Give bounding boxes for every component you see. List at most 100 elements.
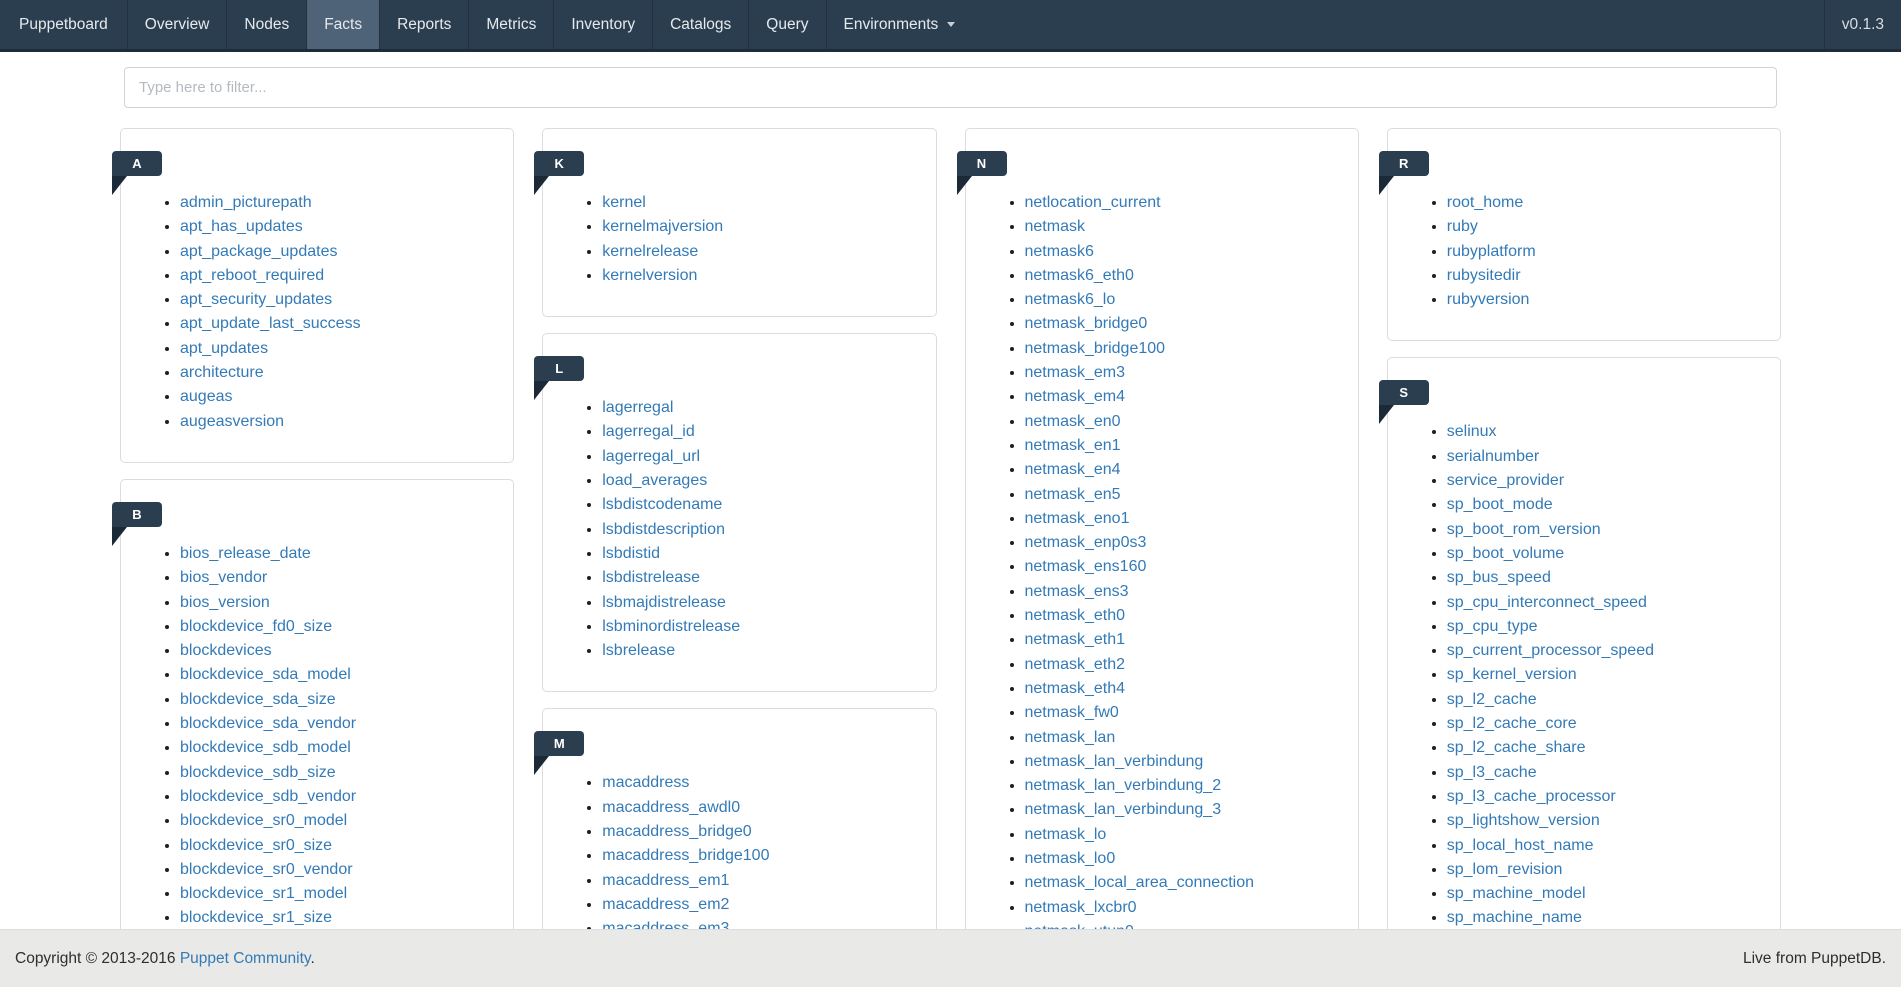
nav-item-catalogs[interactable]: Catalogs — [652, 0, 748, 49]
fact-link[interactable]: sp_lightshow_version — [1447, 812, 1600, 829]
navbar-brand[interactable]: Puppetboard — [0, 0, 127, 49]
fact-link[interactable]: sp_cpu_type — [1447, 618, 1538, 635]
filter-input[interactable] — [124, 67, 1777, 108]
fact-link[interactable]: lsbdistdescription — [602, 521, 725, 538]
fact-link[interactable]: netmask_eth4 — [1025, 680, 1126, 697]
fact-link[interactable]: service_provider — [1447, 472, 1564, 489]
fact-link[interactable]: kernelrelease — [602, 243, 698, 260]
fact-link[interactable]: sp_l2_cache — [1447, 691, 1537, 708]
fact-link[interactable]: blockdevice_fd0_size — [180, 618, 332, 635]
fact-link[interactable]: blockdevice_sda_vendor — [180, 715, 356, 732]
fact-link[interactable]: netmask_bridge0 — [1025, 315, 1148, 332]
nav-item-environments[interactable]: Environments — [826, 0, 973, 49]
fact-link[interactable]: sp_machine_model — [1447, 885, 1586, 902]
fact-link[interactable]: netmask_ens160 — [1025, 558, 1147, 575]
fact-link[interactable]: sp_boot_volume — [1447, 545, 1564, 562]
fact-link[interactable]: netmask_lxcbr0 — [1025, 899, 1137, 916]
fact-link[interactable]: netmask_bridge100 — [1025, 340, 1166, 357]
fact-link[interactable]: netmask_em4 — [1025, 388, 1126, 405]
fact-link[interactable]: netmask_en0 — [1025, 413, 1121, 430]
fact-link[interactable]: netmask_en4 — [1025, 461, 1121, 478]
fact-link[interactable]: sp_boot_rom_version — [1447, 521, 1601, 538]
fact-link[interactable]: apt_has_updates — [180, 218, 303, 235]
fact-link[interactable]: bios_vendor — [180, 569, 267, 586]
fact-link[interactable]: lsbmajdistrelease — [602, 594, 726, 611]
fact-link[interactable]: sp_boot_mode — [1447, 496, 1553, 513]
fact-link[interactable]: apt_reboot_required — [180, 267, 324, 284]
fact-link[interactable]: kernelversion — [602, 267, 697, 284]
fact-link[interactable]: sp_l3_cache — [1447, 764, 1537, 781]
fact-link[interactable]: netmask_en5 — [1025, 486, 1121, 503]
fact-link[interactable]: sp_l2_cache_core — [1447, 715, 1577, 732]
fact-link[interactable]: blockdevice_sda_model — [180, 666, 351, 683]
fact-link[interactable]: bios_release_date — [180, 545, 311, 562]
fact-link[interactable]: netmask — [1025, 218, 1085, 235]
fact-link[interactable]: macaddress_bridge100 — [602, 847, 769, 864]
fact-link[interactable]: sp_current_processor_speed — [1447, 642, 1654, 659]
fact-link[interactable]: architecture — [180, 364, 264, 381]
fact-link[interactable]: lsbdistid — [602, 545, 660, 562]
fact-link[interactable]: netmask6_eth0 — [1025, 267, 1134, 284]
fact-link[interactable]: blockdevices — [180, 642, 272, 659]
fact-link[interactable]: netmask_em3 — [1025, 364, 1126, 381]
fact-link[interactable]: selinux — [1447, 423, 1497, 440]
fact-link[interactable]: sp_bus_speed — [1447, 569, 1551, 586]
fact-link[interactable]: rubyversion — [1447, 291, 1530, 308]
fact-link[interactable]: netmask_enp0s3 — [1025, 534, 1147, 551]
nav-item-query[interactable]: Query — [748, 0, 825, 49]
fact-link[interactable]: blockdevice_sdb_vendor — [180, 788, 356, 805]
fact-link[interactable]: netmask_eth1 — [1025, 631, 1126, 648]
fact-link[interactable]: bios_version — [180, 594, 270, 611]
fact-link[interactable]: macaddress_em2 — [602, 896, 729, 913]
nav-item-reports[interactable]: Reports — [379, 0, 468, 49]
fact-link[interactable]: netmask_eth2 — [1025, 656, 1126, 673]
fact-link[interactable]: netmask_lo0 — [1025, 850, 1116, 867]
fact-link[interactable]: blockdevice_sr0_size — [180, 837, 332, 854]
nav-item-nodes[interactable]: Nodes — [226, 0, 306, 49]
fact-link[interactable]: macaddress_awdl0 — [602, 799, 740, 816]
fact-link[interactable]: lsbdistcodename — [602, 496, 722, 513]
fact-link[interactable]: netmask_en1 — [1025, 437, 1121, 454]
fact-link[interactable]: blockdevice_sdb_model — [180, 739, 351, 756]
fact-link[interactable]: macaddress_em1 — [602, 872, 729, 889]
fact-link[interactable]: netmask_ens3 — [1025, 583, 1129, 600]
fact-link[interactable]: blockdevice_sr0_model — [180, 812, 347, 829]
fact-link[interactable]: rubysitedir — [1447, 267, 1521, 284]
fact-link[interactable]: lagerregal — [602, 399, 673, 416]
fact-link[interactable]: sp_l2_cache_share — [1447, 739, 1586, 756]
fact-link[interactable]: netmask6_lo — [1025, 291, 1116, 308]
fact-link[interactable]: root_home — [1447, 194, 1524, 211]
nav-item-overview[interactable]: Overview — [127, 0, 227, 49]
fact-link[interactable]: netmask_eno1 — [1025, 510, 1130, 527]
fact-link[interactable]: netmask_lo — [1025, 826, 1107, 843]
nav-item-inventory[interactable]: Inventory — [553, 0, 652, 49]
fact-link[interactable]: macaddress_bridge0 — [602, 823, 751, 840]
fact-link[interactable]: netlocation_current — [1025, 194, 1161, 211]
fact-link[interactable]: kernel — [602, 194, 646, 211]
fact-link[interactable]: apt_package_updates — [180, 243, 337, 260]
fact-link[interactable]: kernelmajversion — [602, 218, 723, 235]
fact-link[interactable]: rubyplatform — [1447, 243, 1536, 260]
fact-link[interactable]: apt_security_updates — [180, 291, 332, 308]
fact-link[interactable]: netmask_lan_verbindung_3 — [1025, 801, 1222, 818]
fact-link[interactable]: blockdevice_sr1_model — [180, 885, 347, 902]
fact-link[interactable]: lsbrelease — [602, 642, 675, 659]
fact-link[interactable]: sp_local_host_name — [1447, 837, 1594, 854]
fact-link[interactable]: netmask_local_area_connection — [1025, 874, 1254, 891]
fact-link[interactable]: netmask_fw0 — [1025, 704, 1119, 721]
fact-link[interactable]: lsbminordistrelease — [602, 618, 740, 635]
fact-link[interactable]: sp_kernel_version — [1447, 666, 1577, 683]
fact-link[interactable]: blockdevice_sr0_vendor — [180, 861, 353, 878]
fact-link[interactable]: sp_l3_cache_processor — [1447, 788, 1616, 805]
fact-link[interactable]: blockdevice_sdb_size — [180, 764, 336, 781]
nav-item-metrics[interactable]: Metrics — [468, 0, 553, 49]
fact-link[interactable]: apt_update_last_success — [180, 315, 361, 332]
fact-link[interactable]: sp_lom_revision — [1447, 861, 1563, 878]
fact-link[interactable]: ruby — [1447, 218, 1478, 235]
fact-link[interactable]: sp_cpu_interconnect_speed — [1447, 594, 1647, 611]
fact-link[interactable]: netmask6 — [1025, 243, 1094, 260]
fact-link[interactable]: netmask_lan_verbindung_2 — [1025, 777, 1222, 794]
fact-link[interactable]: lsbdistrelease — [602, 569, 700, 586]
fact-link[interactable]: augeas — [180, 388, 233, 405]
fact-link[interactable]: macaddress — [602, 774, 689, 791]
